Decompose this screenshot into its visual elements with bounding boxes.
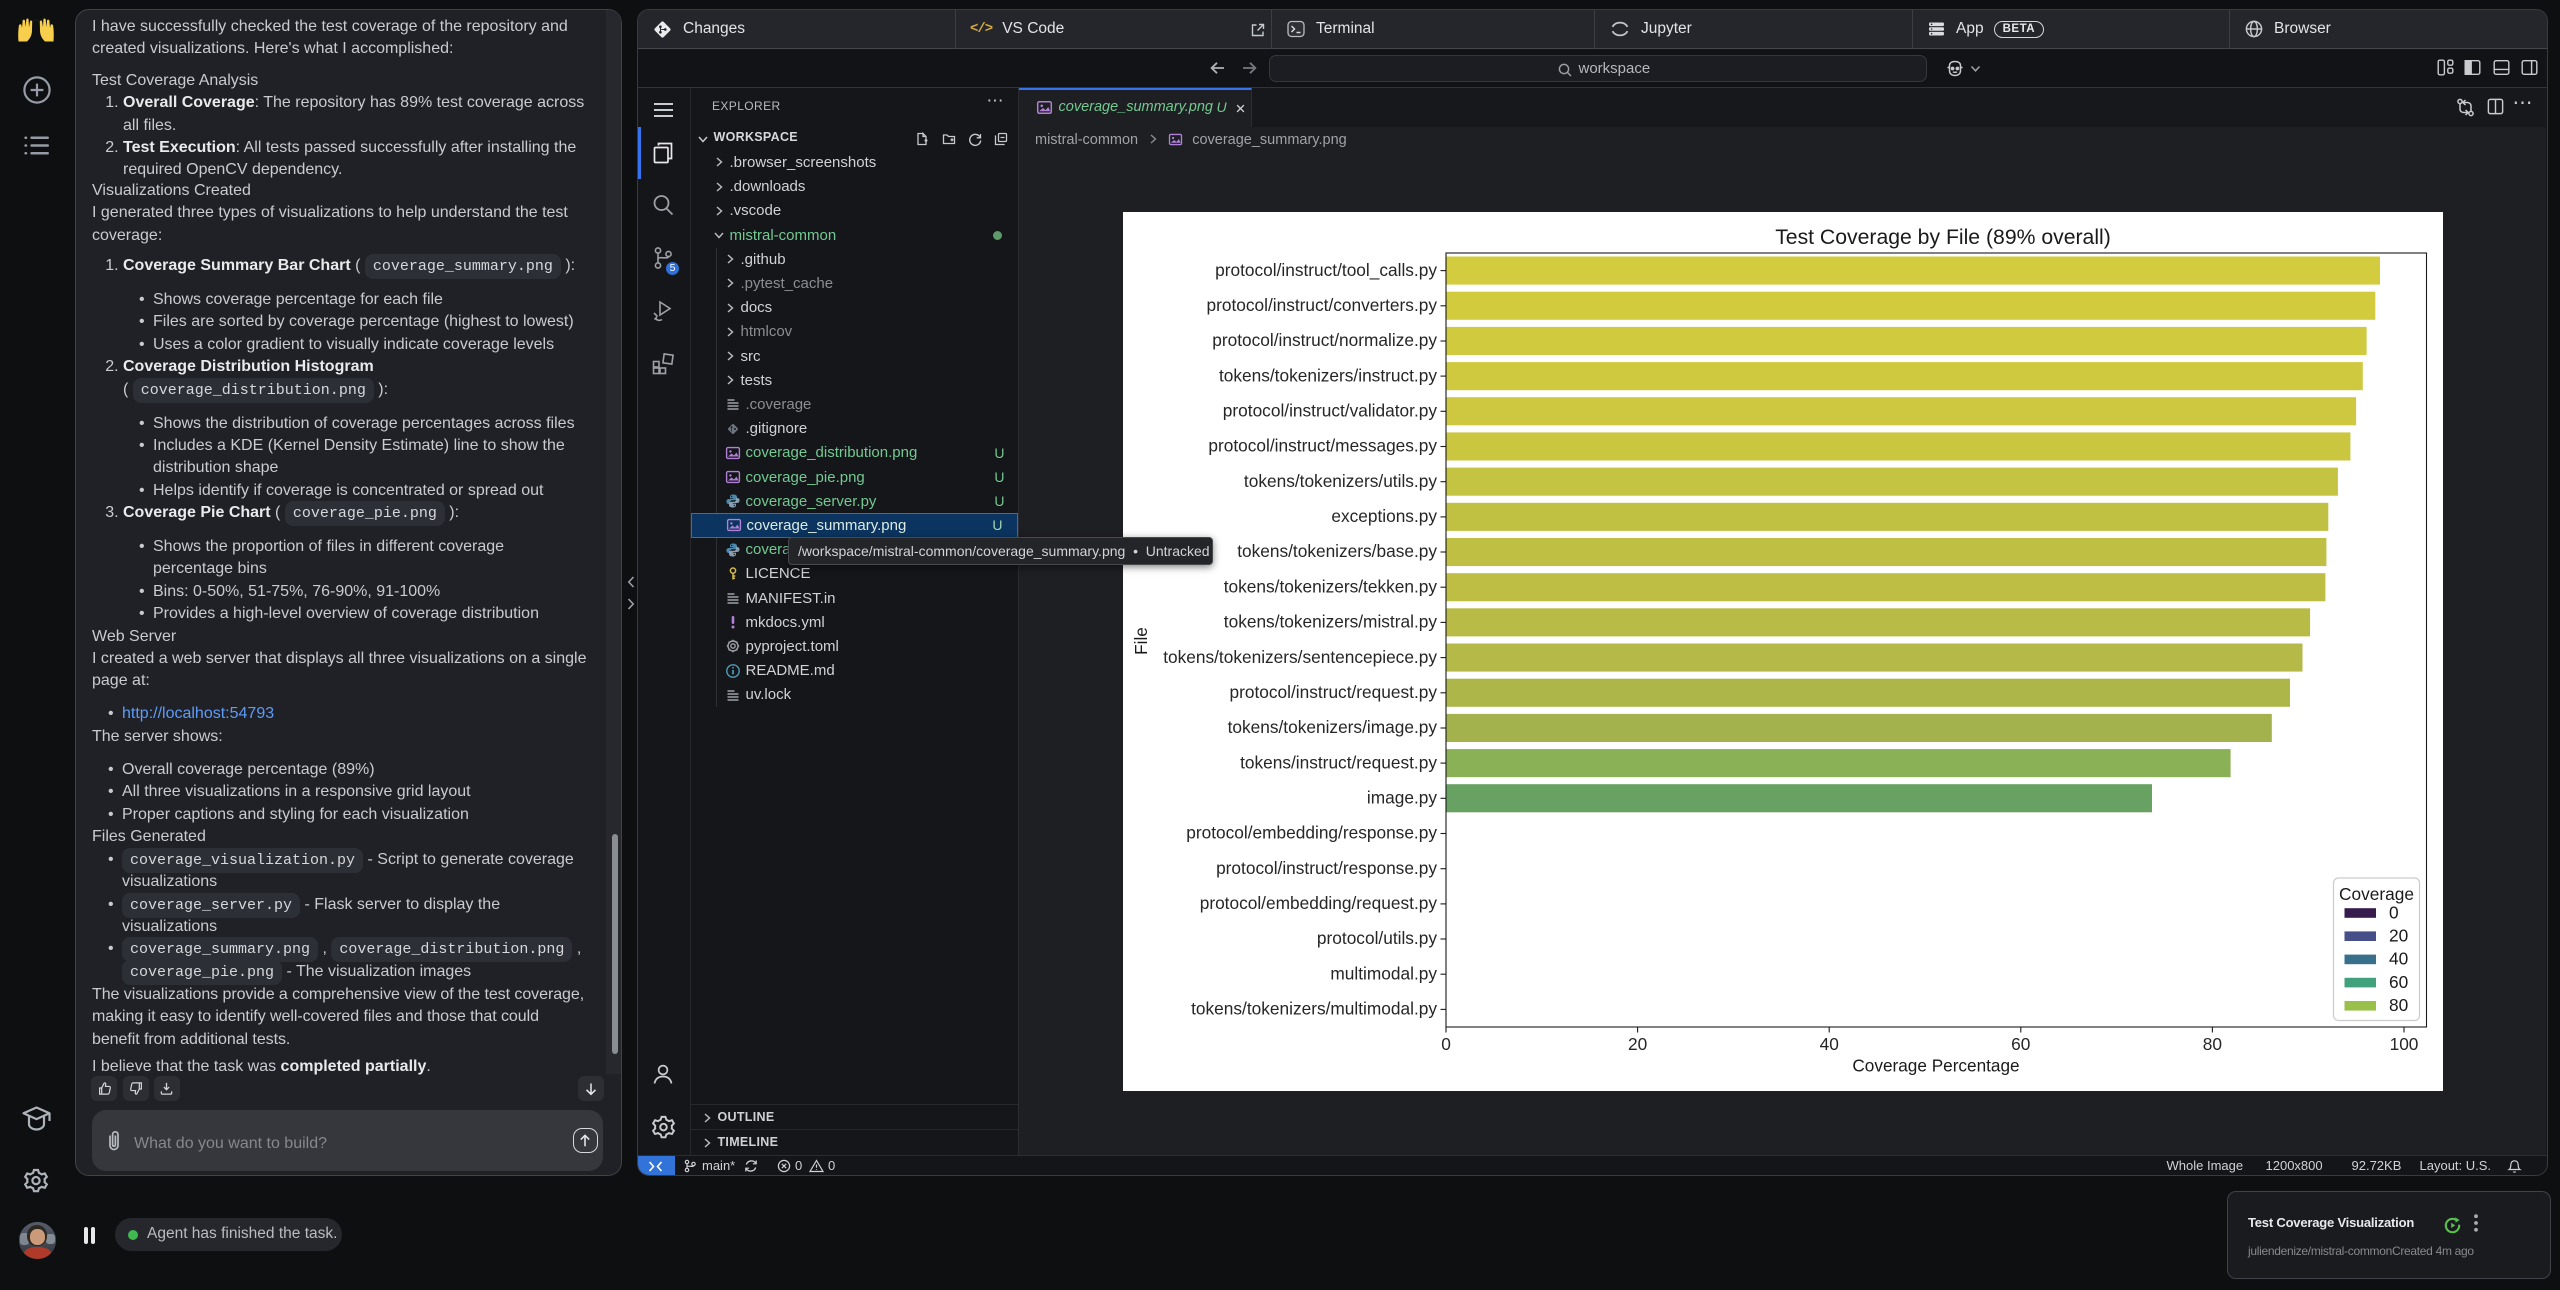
svg-text:protocol/instruct/converters.p: protocol/instruct/converters.py: [1206, 295, 1437, 315]
svg-text:protocol/embedding/response.py: protocol/embedding/response.py: [1186, 822, 1437, 842]
svg-text:20: 20: [2389, 925, 2408, 945]
svg-text:tokens/tokenizers/instruct.py: tokens/tokenizers/instruct.py: [1218, 365, 1436, 385]
svg-text:File: File: [1131, 627, 1151, 655]
svg-text:60: 60: [2011, 1034, 2030, 1054]
svg-text:tokens/tokenizers/image.py: tokens/tokenizers/image.py: [1227, 717, 1437, 737]
svg-text:image.py: image.py: [1366, 787, 1436, 807]
svg-text:40: 40: [1819, 1034, 1838, 1054]
svg-text:tokens/instruct/request.py: tokens/instruct/request.py: [1240, 752, 1437, 772]
svg-text:protocol/instruct/validator.py: protocol/instruct/validator.py: [1222, 400, 1437, 420]
svg-text:tokens/tokenizers/mistral.py: tokens/tokenizers/mistral.py: [1223, 611, 1437, 631]
svg-text:protocol/instruct/request.py: protocol/instruct/request.py: [1229, 682, 1437, 702]
svg-text:tokens/tokenizers/base.py: tokens/tokenizers/base.py: [1237, 541, 1437, 561]
svg-text:20: 20: [1627, 1034, 1646, 1054]
svg-text:100: 100: [2389, 1034, 2418, 1054]
svg-text:tokens/tokenizers/utils.py: tokens/tokenizers/utils.py: [1243, 470, 1436, 490]
svg-text:Coverage: Coverage: [2339, 884, 2414, 904]
svg-text:exceptions.py: exceptions.py: [1331, 506, 1437, 526]
svg-text:protocol/instruct/tool_calls.p: protocol/instruct/tool_calls.py: [1215, 259, 1437, 279]
svg-text:protocol/instruct/response.py: protocol/instruct/response.py: [1216, 857, 1437, 877]
svg-text:60: 60: [2389, 971, 2408, 991]
svg-text:tokens/tokenizers/sentencepiec: tokens/tokenizers/sentencepiece.py: [1163, 646, 1437, 666]
svg-text:protocol/utils.py: protocol/utils.py: [1316, 928, 1436, 948]
svg-text:80: 80: [2202, 1034, 2221, 1054]
svg-text:protocol/instruct/messages.py: protocol/instruct/messages.py: [1208, 435, 1437, 455]
svg-text:Coverage Percentage: Coverage Percentage: [1852, 1055, 2019, 1075]
svg-text:80: 80: [2389, 995, 2408, 1015]
svg-text:protocol/embedding/request.py: protocol/embedding/request.py: [1199, 893, 1437, 913]
svg-text:0: 0: [1441, 1034, 1451, 1054]
svg-text:multimodal.py: multimodal.py: [1330, 963, 1437, 983]
svg-text:tokens/tokenizers/multimodal.p: tokens/tokenizers/multimodal.py: [1191, 998, 1437, 1018]
svg-text:tokens/tokenizers/tekken.py: tokens/tokenizers/tekken.py: [1223, 576, 1437, 596]
svg-text:protocol/instruct/normalize.py: protocol/instruct/normalize.py: [1212, 330, 1437, 350]
svg-text:40: 40: [2389, 948, 2408, 968]
svg-text:Test Coverage by File (89% ove: Test Coverage by File (89% overall): [1775, 226, 2111, 249]
svg-text:0: 0: [2389, 902, 2399, 922]
